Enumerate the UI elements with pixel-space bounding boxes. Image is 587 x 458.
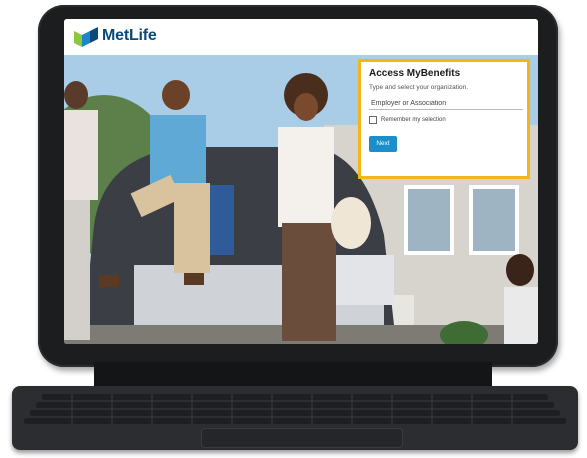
next-button[interactable]: Next [369,136,397,152]
brand-name: MetLife [102,27,157,44]
remember-checkbox[interactable] [369,116,377,124]
access-mybenefits-card: Access MyBenefits Type and select your o… [358,59,530,179]
card-subtitle: Type and select your organization. [369,84,469,91]
card-title: Access MyBenefits [369,68,461,79]
trackpad[interactable] [201,428,403,448]
browser-screen: MetLife Access MyBenefits Type and selec… [64,19,538,344]
remember-selection-row[interactable]: Remember my selection [369,116,519,124]
organization-input[interactable] [369,97,523,110]
metlife-logo-icon [74,27,98,47]
app-header: MetLife [64,19,538,56]
remember-label: Remember my selection [381,117,446,123]
